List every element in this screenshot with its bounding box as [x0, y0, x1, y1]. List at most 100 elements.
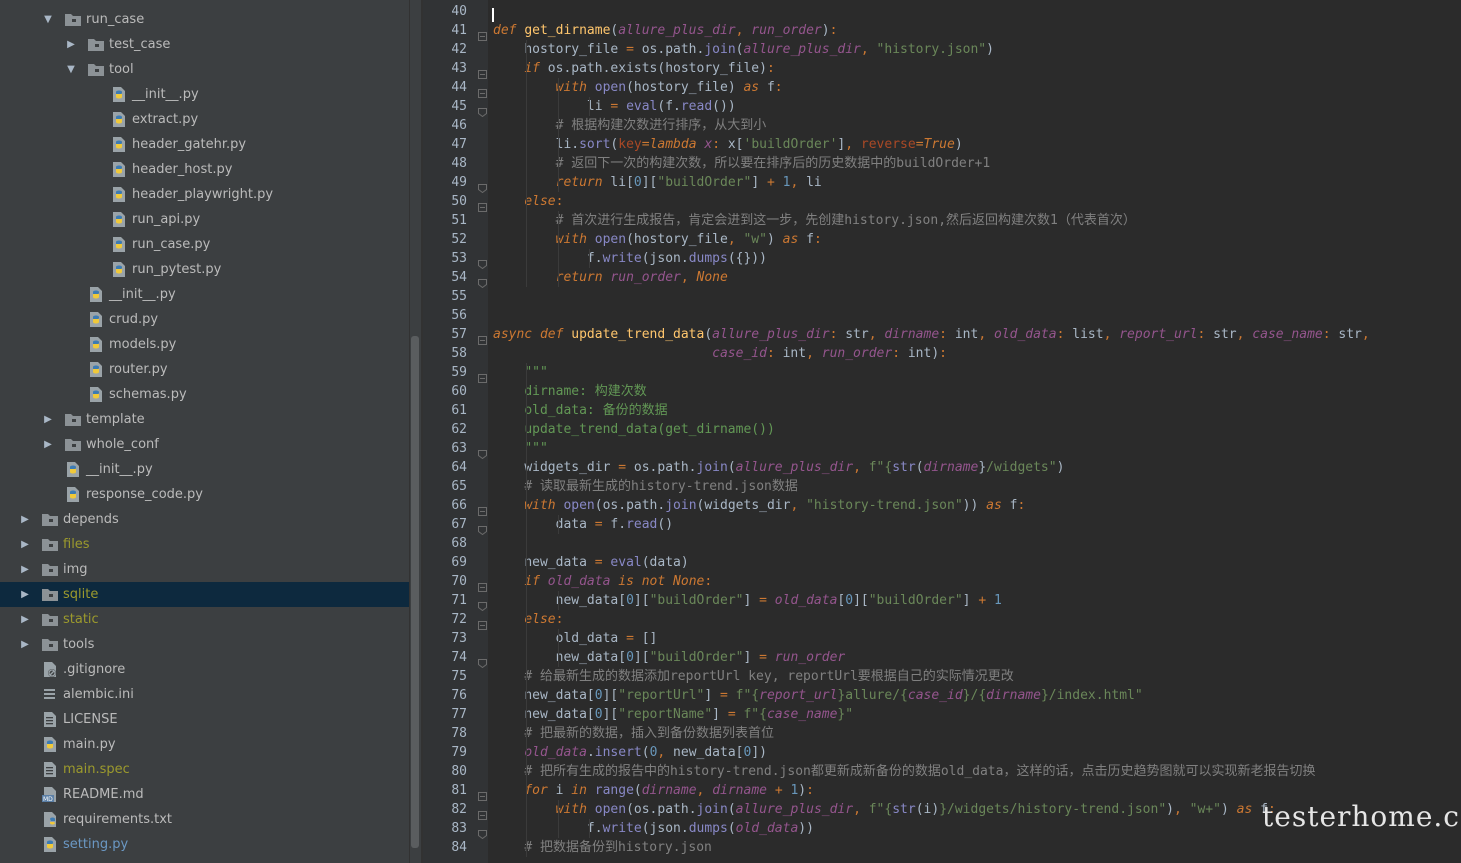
code-line[interactable]: dirname: 构建次数: [493, 382, 646, 401]
code-line[interactable]: else:: [493, 192, 563, 211]
collapse-arrow-icon[interactable]: ▶: [64, 32, 78, 57]
tree-item[interactable]: header_gatehr.py: [0, 132, 409, 157]
collapse-arrow-icon[interactable]: ▶: [18, 532, 32, 557]
code-line[interactable]: """: [493, 439, 547, 458]
code-line[interactable]: for i in range(dirname, dirname + 1):: [493, 781, 814, 800]
tree-item[interactable]: ▶ sqlite: [0, 582, 409, 607]
tree-item[interactable]: ▶ img: [0, 557, 409, 582]
collapse-arrow-icon[interactable]: ▶: [18, 582, 32, 607]
fold-end-icon[interactable]: [478, 596, 487, 612]
tree-item[interactable]: ▶ static: [0, 607, 409, 632]
tree-item[interactable]: main.py: [0, 732, 409, 757]
fold-end-icon[interactable]: [478, 102, 487, 118]
expand-arrow-icon[interactable]: ▼: [41, 7, 55, 32]
tree-item[interactable]: ▶ whole_conf: [0, 432, 409, 457]
code-line[interactable]: with open(hostory_file, "w") as f:: [493, 230, 822, 249]
fold-open-icon[interactable]: [478, 577, 487, 592]
expand-arrow-icon[interactable]: ▼: [64, 57, 78, 82]
tree-item[interactable]: ▶ files: [0, 532, 409, 557]
tree-item[interactable]: header_host.py: [0, 157, 409, 182]
tree-item[interactable]: router.py: [0, 357, 409, 382]
code-line[interactable]: # 首次进行生成报告，肯定会进到这一步，先创建history.json,然后返回…: [493, 211, 1136, 230]
tree-item[interactable]: __init__.py: [0, 282, 409, 307]
tree-item[interactable]: run_case.py: [0, 232, 409, 257]
code-line[interactable]: """: [493, 363, 547, 382]
code-line[interactable]: # 给最新生成的数据添加reportUrl key, reportUrl要根据自…: [493, 667, 1014, 686]
code-line[interactable]: old_data: 备份的数据: [493, 401, 667, 420]
fold-open-icon[interactable]: [478, 805, 487, 820]
tree-item[interactable]: .gitignore: [0, 657, 409, 682]
fold-open-icon[interactable]: [478, 786, 487, 801]
code-line[interactable]: new_data = eval(data): [493, 553, 688, 572]
tree-item[interactable]: schemas.py: [0, 382, 409, 407]
fold-open-icon[interactable]: [478, 501, 487, 516]
code-line[interactable]: li = eval(f.read()): [493, 97, 736, 116]
code-line[interactable]: update_trend_data(get_dirname()): [493, 420, 774, 439]
code-line[interactable]: new_data[0]["buildOrder"] = old_data[0][…: [493, 591, 1002, 610]
code-line[interactable]: else:: [493, 610, 563, 629]
fold-open-icon[interactable]: [478, 83, 487, 98]
collapse-arrow-icon[interactable]: ▶: [41, 432, 55, 457]
fold-open-icon[interactable]: [478, 615, 487, 630]
code-line[interactable]: return run_order, None: [493, 268, 728, 287]
fold-end-icon[interactable]: [478, 178, 487, 194]
tree-item[interactable]: ▶ depends: [0, 507, 409, 532]
tree-item[interactable]: requirements.txt: [0, 807, 409, 832]
collapse-arrow-icon[interactable]: ▶: [18, 632, 32, 657]
fold-end-icon[interactable]: [478, 444, 487, 460]
code-line[interactable]: with open(os.path.join(allure_plus_dir, …: [493, 800, 1276, 819]
code-line[interactable]: with open(hostory_file) as f:: [493, 78, 783, 97]
fold-end-icon[interactable]: [478, 653, 487, 669]
collapse-arrow-icon[interactable]: ▶: [41, 407, 55, 432]
collapse-arrow-icon[interactable]: ▶: [18, 607, 32, 632]
tree-item[interactable]: run_api.py: [0, 207, 409, 232]
tree-item[interactable]: ▼ tool: [0, 57, 409, 82]
code-line[interactable]: widgets_dir = os.path.join(allure_plus_d…: [493, 458, 1064, 477]
collapse-arrow-icon[interactable]: ▶: [18, 507, 32, 532]
code-line[interactable]: # 返回下一次的构建次数，所以要在排序后的历史数据中的buildOrder+1: [493, 154, 991, 173]
code-editor[interactable]: def get_dirname(allure_plus_dir, run_ord…: [488, 0, 1461, 863]
collapse-arrow-icon[interactable]: ▶: [18, 557, 32, 582]
code-line[interactable]: def get_dirname(allure_plus_dir, run_ord…: [493, 21, 837, 40]
tree-item[interactable]: ▶ tools: [0, 632, 409, 657]
code-line[interactable]: # 把最新的数据，插入到备份数据列表首位: [493, 724, 774, 743]
code-line[interactable]: hostory_file = os.path.join(allure_plus_…: [493, 40, 994, 59]
code-line[interactable]: f.write(json.dumps({})): [493, 249, 767, 268]
project-tree-scrollbar-thumb[interactable]: [411, 336, 419, 848]
code-line[interactable]: new_data[0]["reportUrl"] = f"{report_url…: [493, 686, 1142, 705]
tree-item[interactable]: MD README.md: [0, 782, 409, 807]
tree-item[interactable]: crud.py: [0, 307, 409, 332]
fold-open-icon[interactable]: [478, 197, 487, 212]
tree-item[interactable]: run_pytest.py: [0, 257, 409, 282]
code-line[interactable]: case_id: int, run_order: int):: [493, 344, 947, 363]
code-line[interactable]: old_data = []: [493, 629, 658, 648]
code-line[interactable]: return li[0]["buildOrder"] + 1, li: [493, 173, 822, 192]
code-line[interactable]: async def update_trend_data(allure_plus_…: [493, 325, 1370, 344]
fold-end-icon[interactable]: [478, 824, 487, 840]
code-line[interactable]: with open(os.path.join(widgets_dir, "his…: [493, 496, 1025, 515]
tree-item[interactable]: setting.py: [0, 832, 409, 857]
code-line[interactable]: data = f.read(): [493, 515, 673, 534]
tree-item[interactable]: header_playwright.py: [0, 182, 409, 207]
code-line[interactable]: if os.path.exists(hostory_file):: [493, 59, 774, 78]
tree-item[interactable]: extract.py: [0, 107, 409, 132]
code-line[interactable]: new_data[0]["reportName"] = f"{case_name…: [493, 705, 853, 724]
fold-open-icon[interactable]: [478, 26, 487, 41]
tree-item[interactable]: __init__.py: [0, 82, 409, 107]
code-line[interactable]: f.write(json.dumps(old_data)): [493, 819, 814, 838]
code-line[interactable]: # 把所有生成的报告中的history-trend.json都更新成新备份的数据…: [493, 762, 1315, 781]
tree-item[interactable]: LICENSE: [0, 707, 409, 732]
code-line[interactable]: # 根据构建次数进行排序，从大到小: [493, 116, 767, 135]
code-line[interactable]: old_data.insert(0, new_data[0]): [493, 743, 767, 762]
fold-end-icon[interactable]: [478, 520, 487, 536]
fold-open-icon[interactable]: [478, 64, 487, 79]
tree-item[interactable]: response_code.py: [0, 482, 409, 507]
fold-open-icon[interactable]: [478, 368, 487, 383]
tree-item[interactable]: __init__.py: [0, 457, 409, 482]
tree-item[interactable]: models.py: [0, 332, 409, 357]
tree-item[interactable]: ▶ test_case: [0, 32, 409, 57]
fold-end-icon[interactable]: [478, 273, 487, 289]
tree-item[interactable]: ▼ run_case: [0, 7, 409, 32]
tree-item[interactable]: main.spec: [0, 757, 409, 782]
fold-end-icon[interactable]: [478, 254, 487, 270]
